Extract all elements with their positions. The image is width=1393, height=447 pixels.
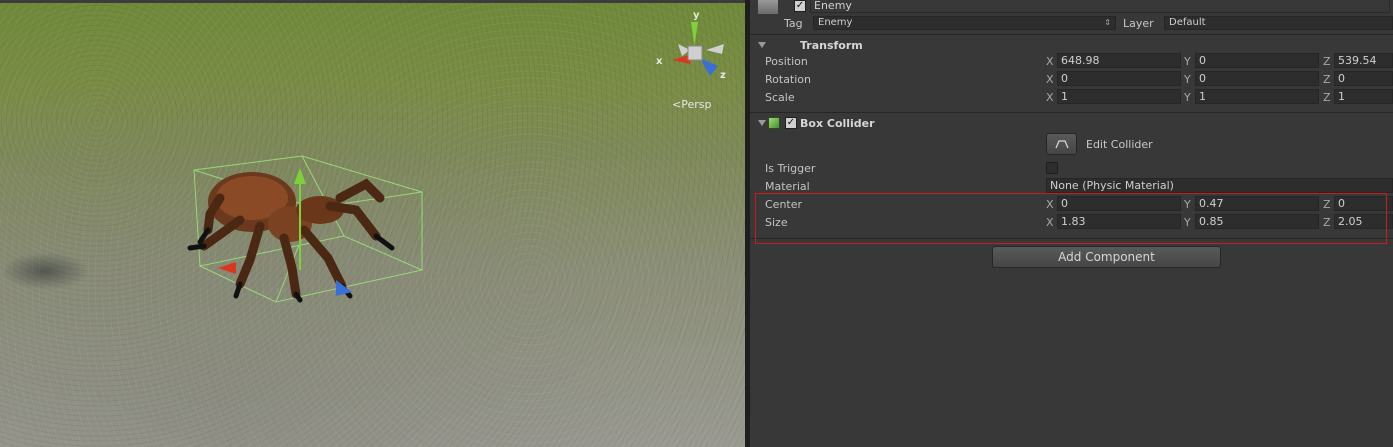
position-x-field[interactable]: 648.98	[1057, 53, 1181, 68]
axis-y-label: Y	[1184, 55, 1191, 68]
box-collider-title: Box Collider	[800, 117, 875, 130]
gizmo-x-label: x	[656, 56, 663, 67]
axis-y-label: Y	[1184, 91, 1191, 104]
divider	[750, 112, 1393, 113]
edit-collider-label: Edit Collider	[1086, 138, 1153, 151]
axis-z-label: Z	[1323, 55, 1331, 68]
axis-z-label: Z	[1323, 91, 1331, 104]
cube-icon	[768, 117, 780, 129]
foldout-arrow-icon[interactable]	[758, 120, 766, 126]
object-shadow	[0, 252, 90, 290]
scene-view[interactable]: y x z <Persp	[0, 0, 746, 447]
axis-x-label: X	[1046, 91, 1054, 104]
rotation-x-field[interactable]: 0	[1057, 71, 1181, 86]
gizmo-y-label: y	[693, 10, 700, 21]
axis-x-label: X	[1046, 55, 1054, 68]
object-name-field[interactable]: Enemy	[810, 0, 1390, 13]
scale-y-field[interactable]: 1	[1195, 89, 1319, 104]
dropdown-arrows-icon: ⇕	[1104, 18, 1111, 27]
rotation-row: Rotation X 0 Y 0 Z 0	[750, 71, 1393, 89]
transform-title: Transform	[800, 39, 863, 52]
scale-row: Scale X 1 Y 1 Z 1	[750, 89, 1393, 107]
scale-label: Scale	[765, 91, 795, 104]
projection-label: Persp	[681, 98, 712, 111]
is-trigger-row: Is Trigger	[750, 160, 1393, 178]
foldout-arrow-icon[interactable]	[758, 42, 766, 48]
layer-value: Default	[1169, 17, 1206, 28]
layer-dropdown[interactable]: Default	[1164, 16, 1393, 30]
add-component-button[interactable]: Add Component	[992, 246, 1221, 268]
box-collider-header[interactable]: ✓ Box Collider	[750, 114, 1393, 134]
rotation-label: Rotation	[765, 73, 812, 86]
spider-model[interactable]	[180, 150, 440, 310]
spider-body	[187, 172, 395, 303]
axis-y-label: Y	[1184, 73, 1191, 86]
position-label: Position	[765, 55, 808, 68]
gizmo-z-label: z	[720, 70, 726, 81]
position-y-field[interactable]: 0	[1195, 53, 1319, 68]
edit-collider-icon	[1054, 140, 1069, 149]
is-trigger-checkbox[interactable]	[1046, 162, 1058, 174]
edit-collider-button[interactable]	[1046, 133, 1077, 155]
box-collider-enabled-checkbox[interactable]: ✓	[785, 117, 797, 129]
scale-z-field[interactable]: 1	[1334, 89, 1393, 104]
material-label: Material	[765, 180, 810, 193]
rotation-y-field[interactable]: 0	[1195, 71, 1319, 86]
material-field[interactable]: None (Physic Material)	[1046, 178, 1393, 193]
active-checkbox[interactable]: ✓	[794, 0, 806, 12]
position-row: Position X 648.98 Y 0 Z 539.54	[750, 53, 1393, 71]
divider	[750, 34, 1393, 35]
tag-dropdown[interactable]: Enemy ⇕	[813, 16, 1116, 30]
position-z-field[interactable]: 539.54	[1334, 53, 1393, 68]
perspective-icon: <	[672, 98, 682, 111]
gameobject-icon	[758, 0, 778, 14]
axis-x-label: X	[1046, 73, 1054, 86]
projection-toggle[interactable]: <Persp	[672, 98, 711, 111]
is-trigger-label: Is Trigger	[765, 162, 816, 175]
gizmo-x-arrow	[218, 262, 236, 274]
scale-x-field[interactable]: 1	[1057, 89, 1181, 104]
rotation-z-field[interactable]: 0	[1334, 71, 1393, 86]
transform-icon	[770, 40, 782, 52]
tag-value: Enemy	[818, 17, 853, 28]
tag-label: Tag	[784, 17, 803, 30]
scene-toolbar-strip	[0, 0, 746, 3]
annotation-highlight-box	[755, 193, 1387, 244]
layer-label: Layer	[1123, 17, 1154, 30]
axis-z-label: Z	[1323, 73, 1331, 86]
